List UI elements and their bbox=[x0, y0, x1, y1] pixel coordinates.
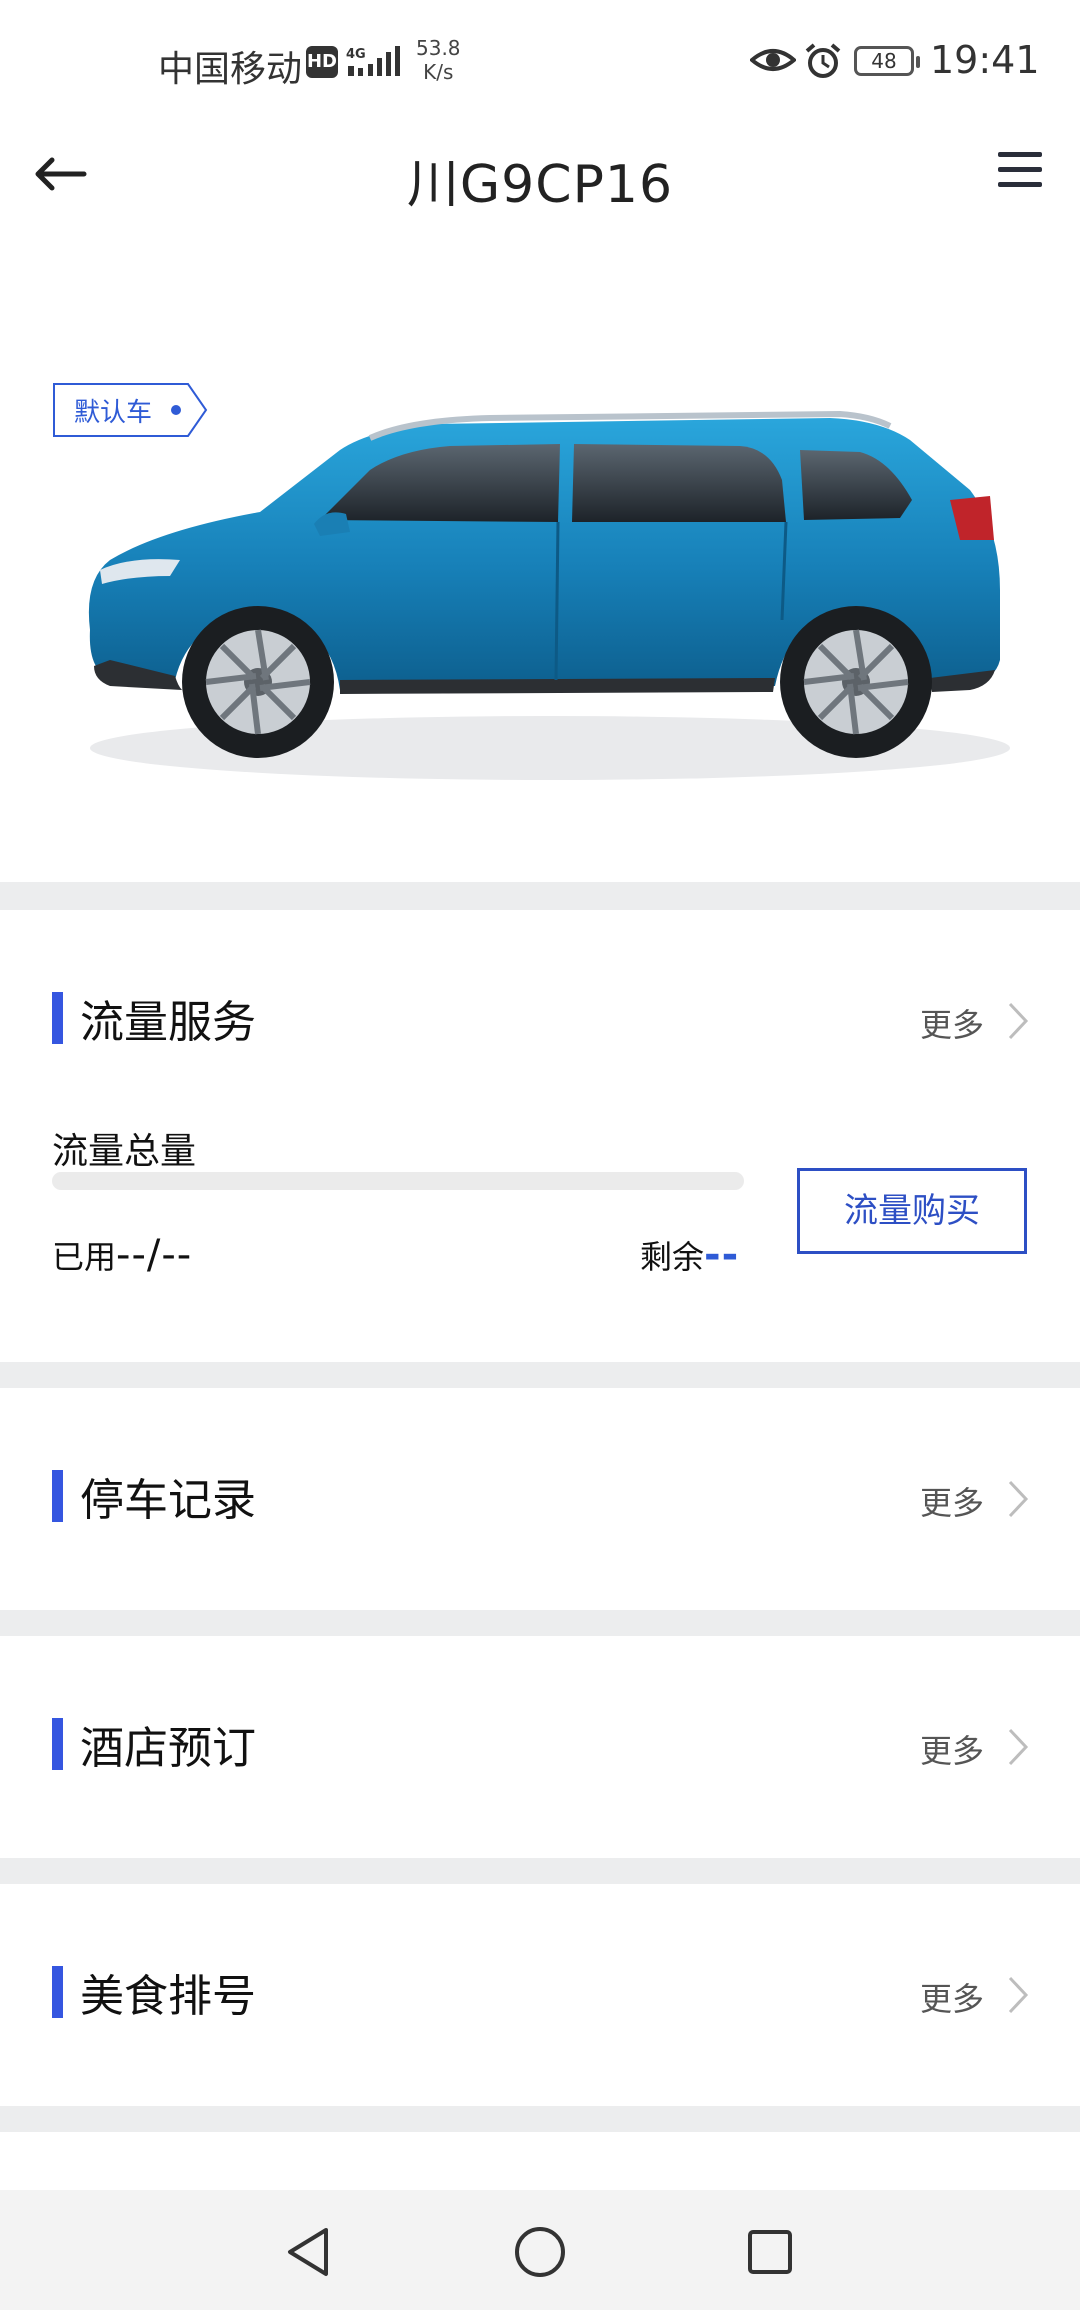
page-title: 川G9CP16 bbox=[406, 155, 674, 215]
chevron-right-icon bbox=[1008, 1002, 1029, 1040]
more-link[interactable]: 更多 bbox=[920, 994, 1040, 1044]
data-remaining: 剩余-- bbox=[640, 1232, 739, 1278]
more-link[interactable]: 更多 bbox=[920, 1720, 1040, 1770]
section-title: 酒店预订 bbox=[80, 1723, 256, 1774]
network-type: 4G bbox=[346, 47, 366, 62]
clock: 19:41 bbox=[930, 38, 1040, 82]
section-accent-bar bbox=[52, 1966, 63, 2018]
section-divider bbox=[0, 882, 1080, 910]
triangle-back-icon[interactable] bbox=[280, 2224, 336, 2280]
section-divider bbox=[0, 1362, 1080, 1388]
more-label: 更多 bbox=[920, 1006, 985, 1044]
speed-value: 53.8 bbox=[416, 36, 461, 60]
parking-record-section: 停车记录 更多 bbox=[0, 1388, 1080, 1610]
rear-wheel bbox=[780, 606, 932, 758]
signal-icon: 4G bbox=[346, 46, 400, 76]
used-label: 已用 bbox=[52, 1238, 117, 1276]
vehicle-hero: 默认车 bbox=[0, 230, 1080, 882]
food-queue-section: 美食排号 更多 bbox=[0, 1884, 1080, 2106]
more-label: 更多 bbox=[920, 1484, 985, 1522]
app-header: 川G9CP16 bbox=[0, 120, 1080, 230]
buy-data-button[interactable]: 流量购买 bbox=[797, 1168, 1027, 1254]
more-link[interactable]: 更多 bbox=[920, 1472, 1040, 1522]
section-title: 流量服务 bbox=[80, 997, 256, 1048]
remain-value: -- bbox=[704, 1232, 740, 1278]
section-accent-bar bbox=[52, 1470, 63, 1522]
more-link[interactable]: 更多 bbox=[920, 1968, 1040, 2018]
data-total-label: 流量总量 bbox=[52, 1131, 197, 1172]
alarm-icon bbox=[805, 43, 841, 78]
data-service-section: 流量服务 更多 流量总量 已用--/-- 剩余-- 流量购买 bbox=[0, 910, 1080, 1362]
section-divider bbox=[0, 1610, 1080, 1636]
speed-unit: K/s bbox=[423, 60, 454, 84]
used-value: --/-- bbox=[116, 1232, 193, 1278]
circle-home-icon[interactable] bbox=[512, 2224, 568, 2280]
section-accent-bar bbox=[52, 992, 63, 1044]
more-label: 更多 bbox=[920, 1980, 985, 2018]
eye-icon bbox=[750, 49, 796, 71]
section-title: 停车记录 bbox=[80, 1475, 256, 1526]
data-used: 已用--/-- bbox=[52, 1232, 192, 1278]
section-accent-bar bbox=[52, 1718, 63, 1770]
hd-badge: HD bbox=[306, 46, 338, 78]
network-speed: 53.8 K/s bbox=[416, 36, 461, 84]
hotel-booking-section: 酒店预订 更多 bbox=[0, 1636, 1080, 1858]
section-divider bbox=[0, 1858, 1080, 1884]
next-section-partial bbox=[0, 2132, 1080, 2190]
square-recents-icon[interactable] bbox=[742, 2224, 798, 2280]
remain-label: 剩余 bbox=[640, 1238, 705, 1276]
hamburger-menu-icon[interactable] bbox=[996, 148, 1044, 192]
front-wheel bbox=[182, 606, 334, 758]
suv-car-image bbox=[88, 410, 1010, 780]
battery-level: 48 bbox=[871, 49, 897, 73]
status-bar: 中国移动 HD 4G 53.8 K/s 48 19:41 bbox=[0, 0, 1080, 120]
chevron-right-icon bbox=[1008, 1976, 1029, 2014]
chevron-right-icon bbox=[1008, 1728, 1029, 1766]
system-navigation-bar bbox=[0, 2190, 1080, 2310]
data-usage-progress bbox=[52, 1172, 744, 1190]
chevron-right-icon bbox=[1008, 1480, 1029, 1518]
carrier-name: 中国移动 bbox=[158, 49, 303, 90]
section-title: 美食排号 bbox=[80, 1971, 256, 2022]
more-label: 更多 bbox=[920, 1732, 985, 1770]
section-divider bbox=[0, 2106, 1080, 2132]
battery-icon: 48 bbox=[854, 46, 920, 76]
